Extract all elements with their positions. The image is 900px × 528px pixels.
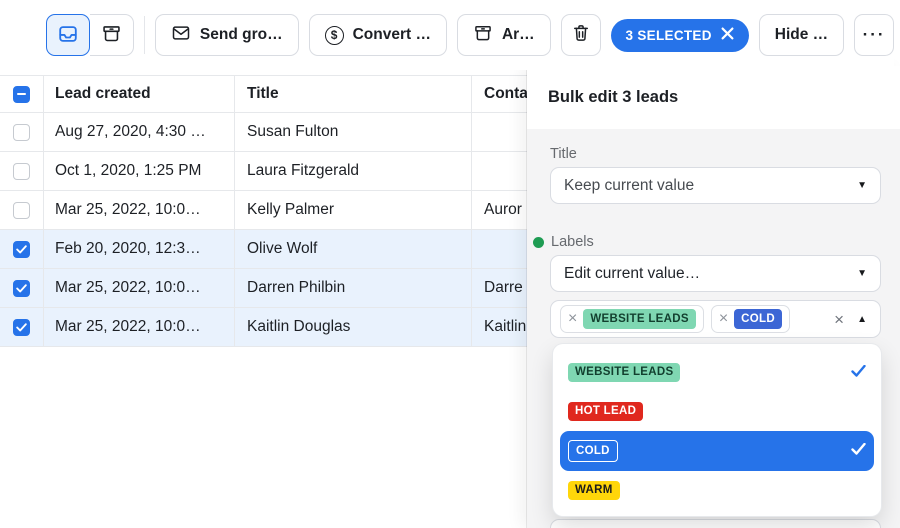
more-options-icon: ··· (862, 25, 886, 44)
lead-title-cell[interactable]: Darren Philbin (235, 269, 472, 307)
lead-title-cell[interactable]: Olive Wolf (235, 230, 472, 268)
lead-title-cell[interactable]: Susan Fulton (235, 113, 472, 151)
inbox-icon (57, 23, 79, 48)
title-select[interactable]: Keep current value ▼ (550, 167, 881, 204)
check-icon (851, 442, 866, 460)
row-checkbox[interactable] (13, 318, 30, 336)
view-toggle-group (46, 14, 134, 56)
lead-title-cell[interactable]: Kaitlin Douglas (235, 308, 472, 346)
label-option[interactable]: WEBSITE LEADS (553, 353, 881, 392)
labels-mode-value: Edit current value… (564, 264, 701, 282)
row-checkbox[interactable] (13, 240, 30, 258)
send-group-email-button[interactable]: Send gro… (154, 14, 299, 56)
label-chip: WEBSITE LEADS (568, 362, 681, 383)
row-checkbox[interactable] (13, 279, 30, 297)
label-chip: COLD (734, 309, 782, 329)
select-all-checkbox[interactable] (13, 85, 30, 103)
title-select-value: Keep current value (564, 176, 695, 194)
lead-created-cell: Mar 25, 2022, 10:0… (44, 191, 235, 229)
archive-button[interactable]: Ar… (456, 14, 551, 56)
check-icon (851, 364, 866, 382)
archive-view-button[interactable] (90, 14, 134, 56)
selected-count-badge[interactable]: 3 SELECTED (610, 18, 749, 52)
lead-created-cell: Mar 25, 2022, 10:0… (44, 269, 235, 307)
column-header-title[interactable]: Title (235, 76, 472, 112)
dollar-circle-icon: $ (324, 25, 344, 45)
title-field-label: Title (550, 146, 577, 162)
lead-created-cell: Oct 1, 2020, 1:25 PM (44, 152, 235, 190)
labels-mode-select[interactable]: Edit current value… ▼ (550, 255, 881, 292)
delete-button[interactable] (560, 14, 601, 56)
labels-dropdown: WEBSITE LEADS HOT LEAD COLD WARM (553, 344, 881, 516)
send-group-email-label: Send gro… (199, 26, 283, 43)
clear-all-icon[interactable]: × (834, 311, 844, 328)
label-chip: WARM (568, 480, 620, 501)
labels-token-field[interactable]: × WEBSITE LEADS × COLD × ▲ (550, 300, 881, 338)
hide-label: Hide … (774, 26, 829, 43)
chevron-up-icon[interactable]: ▲ (857, 314, 867, 325)
chevron-down-icon: ▼ (857, 180, 867, 191)
label-chip: HOT LEAD (568, 401, 644, 422)
bulk-actions-toolbar: Send gro… $ Convert … Ar… 3 SELECTED Hid… (46, 0, 894, 70)
next-field-partial (550, 519, 881, 528)
more-button[interactable]: ··· (854, 14, 894, 56)
lead-created-cell: Mar 25, 2022, 10:0… (44, 308, 235, 346)
labels-field-label: Labels (551, 234, 594, 250)
label-chip: WEBSITE LEADS (583, 309, 696, 329)
label-option[interactable]: WARM (553, 471, 881, 510)
lead-title-cell[interactable]: Kelly Palmer (235, 191, 472, 229)
label-option[interactable]: COLD (560, 431, 874, 471)
row-checkbox[interactable] (13, 162, 30, 180)
trash-icon (571, 23, 591, 48)
clear-selection-icon[interactable] (721, 27, 734, 43)
convert-button[interactable]: $ Convert … (308, 14, 447, 56)
remove-token-icon[interactable]: × (568, 311, 577, 327)
tokens-container: × WEBSITE LEADS × COLD (560, 305, 790, 333)
archive-box-icon (473, 23, 493, 48)
label-chip: COLD (568, 440, 618, 462)
panel-title: Bulk edit 3 leads (527, 66, 900, 129)
bulk-edit-panel: Bulk edit 3 leads Title Keep current val… (527, 66, 900, 528)
options-container: WEBSITE LEADS HOT LEAD COLD WARM (553, 353, 881, 510)
inbox-view-button[interactable] (46, 14, 90, 56)
column-header-lead-created[interactable]: Lead created (44, 76, 235, 112)
row-checkbox[interactable] (13, 123, 30, 141)
remove-token-icon[interactable]: × (719, 311, 728, 327)
selected-count-label: 3 SELECTED (625, 27, 712, 43)
lead-created-cell: Feb 20, 2020, 12:3… (44, 230, 235, 268)
lead-title-cell[interactable]: Laura Fitzgerald (235, 152, 472, 190)
changed-indicator-dot (533, 236, 544, 248)
envelope-icon (171, 23, 191, 48)
chevron-down-icon: ▼ (857, 268, 867, 279)
label-token[interactable]: × COLD (710, 305, 790, 333)
indeterminate-icon (17, 92, 26, 96)
label-option[interactable]: HOT LEAD (553, 392, 881, 431)
convert-label: Convert … (352, 26, 431, 43)
hide-button[interactable]: Hide … (758, 14, 845, 56)
toolbar-divider (144, 16, 145, 54)
archive-box-icon (101, 23, 122, 47)
lead-created-cell: Aug 27, 2020, 4:30 … (44, 113, 235, 151)
row-checkbox[interactable] (13, 201, 30, 219)
label-token[interactable]: × WEBSITE LEADS (560, 305, 704, 333)
archive-label: Ar… (501, 26, 535, 43)
